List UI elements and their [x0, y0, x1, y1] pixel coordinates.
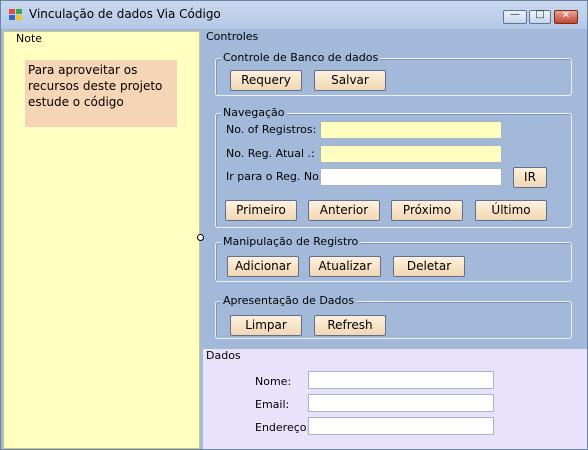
dados-label: Dados [206, 349, 241, 362]
note-panel: Note Para aproveitar os recursos deste p… [3, 31, 200, 449]
note-title: Note [16, 32, 43, 45]
app-icon [9, 9, 23, 21]
apresentacao-group-label: Apresentação de Dados [221, 294, 356, 307]
resize-handle[interactable] [197, 234, 204, 241]
endereco-label: Endereço: [255, 421, 311, 434]
salvar-button[interactable]: Salvar [314, 70, 386, 91]
num-reg-atual-label: No. Reg. Atual .: [226, 147, 315, 160]
title-bar[interactable]: Vinculação de dados Via Código — □ ✕ [1, 1, 587, 29]
nome-field[interactable] [308, 371, 494, 389]
close-button[interactable]: ✕ [554, 10, 578, 24]
refresh-button[interactable]: Refresh [314, 315, 386, 336]
atualizar-button[interactable]: Atualizar [309, 256, 381, 277]
maximize-icon: □ [535, 9, 545, 20]
main-window: Vinculação de dados Via Código — □ ✕ Not… [0, 0, 588, 450]
requery-button[interactable]: Requery [230, 70, 302, 91]
minimize-button[interactable]: — [503, 9, 527, 24]
ir-para-field[interactable] [320, 168, 502, 186]
proximo-button[interactable]: Próximo [391, 200, 463, 221]
nome-label: Nome: [255, 375, 292, 388]
email-label: Email: [255, 398, 290, 411]
window-title: Vinculação de dados Via Código [29, 7, 221, 21]
note-text: Para aproveitar os recursos deste projet… [25, 60, 177, 127]
deletar-button[interactable]: Deletar [393, 256, 465, 277]
adicionar-button[interactable]: Adicionar [227, 256, 299, 277]
num-registros-field[interactable] [320, 121, 502, 139]
banco-group-label: Controle de Banco de dados [221, 51, 381, 64]
controles-label: Controles [206, 30, 259, 43]
endereco-field[interactable] [308, 417, 494, 435]
manipulacao-group-label: Manipulação de Registro [221, 235, 361, 248]
ir-button[interactable]: IR [513, 167, 547, 188]
num-registros-label: No. of Registros: [226, 123, 317, 136]
ultimo-button[interactable]: Último [475, 200, 547, 221]
navegacao-group-label: Navegação [221, 106, 287, 119]
close-icon: ✕ [561, 10, 571, 21]
limpar-button[interactable]: Limpar [230, 315, 302, 336]
primeiro-button[interactable]: Primeiro [225, 200, 297, 221]
num-reg-atual-field[interactable] [320, 145, 502, 163]
email-field[interactable] [308, 394, 494, 412]
maximize-button[interactable]: □ [529, 9, 551, 24]
anterior-button[interactable]: Anterior [308, 200, 380, 221]
minimize-icon: — [510, 9, 520, 20]
ir-para-label: Ir para o Reg. No. [226, 170, 323, 183]
